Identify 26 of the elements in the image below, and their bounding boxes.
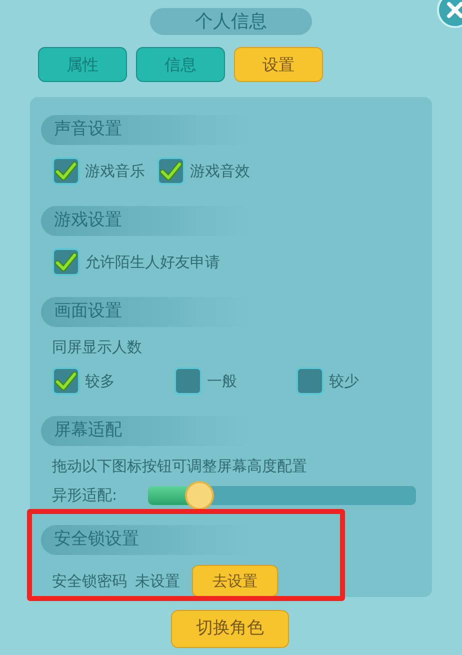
close-icon bbox=[446, 1, 462, 19]
option-box[interactable] bbox=[296, 367, 324, 395]
tab[interactable]: 信息 bbox=[136, 47, 225, 82]
option-label: 一般 bbox=[207, 370, 237, 392]
description-text: 拖动以下图标按钮可调整屏幕高度配置 bbox=[52, 456, 308, 477]
description-text: 同屏显示人数 bbox=[52, 336, 143, 358]
tab[interactable]: 属性 bbox=[38, 47, 127, 82]
slider[interactable] bbox=[148, 480, 416, 510]
window-title: 个人信息 bbox=[150, 8, 312, 35]
option-box[interactable] bbox=[52, 367, 80, 395]
lock-label: 安全锁密码 bbox=[52, 570, 127, 592]
slider-thumb[interactable] bbox=[184, 480, 214, 510]
checkbox-label: 允许陌生人好友申请 bbox=[85, 252, 220, 273]
checkbox[interactable] bbox=[52, 248, 80, 276]
setup-button[interactable]: 去设置 bbox=[192, 565, 278, 597]
checkbox[interactable] bbox=[52, 157, 80, 185]
checkbox[interactable] bbox=[157, 157, 185, 185]
switch-character-button[interactable]: 切换角色 bbox=[171, 610, 289, 648]
option-label: 较多 bbox=[85, 370, 115, 392]
option-box[interactable] bbox=[174, 367, 202, 395]
checkbox-label: 游戏音乐 bbox=[85, 160, 145, 182]
lock-status: 未设置 bbox=[135, 570, 180, 592]
tab[interactable]: 设置 bbox=[234, 47, 323, 82]
option-label: 较少 bbox=[329, 370, 359, 392]
slider-label: 异形适配: bbox=[52, 484, 118, 506]
checkbox-label: 游戏音效 bbox=[190, 160, 250, 182]
